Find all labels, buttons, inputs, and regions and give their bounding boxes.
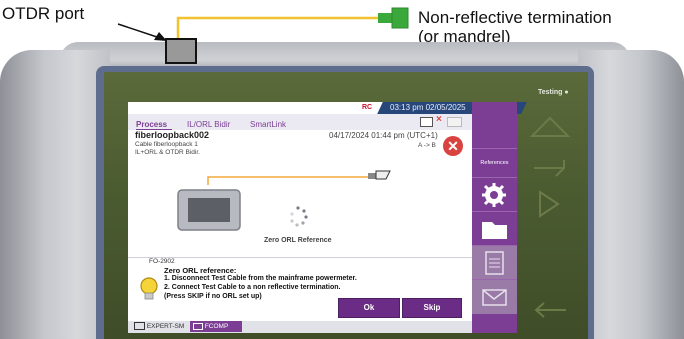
mail-button[interactable] [472,279,517,314]
testing-label: Testing [538,89,563,96]
module-fcomp-label: FCOMP [204,323,229,330]
tab-il-orl-bidir[interactable]: IL/ORL Bidir [187,120,230,129]
tab-process[interactable]: Process [136,120,167,129]
termination-connector [378,13,392,23]
main-caption: Zero ORL Reference [264,237,332,244]
pointer-arrow-line [117,23,161,39]
references-label: References [480,160,509,166]
hw-enter-key [534,160,565,177]
skip-button[interactable]: Skip [402,298,462,318]
illustration-fiber [207,176,372,185]
files-button[interactable] [472,211,517,246]
status-datetime: 03:13 pm 02/05/2025 [390,103,466,112]
module-icon [134,322,145,331]
module-expert-sm[interactable]: EXPERT-SM [134,322,184,332]
test-type: IL+ORL & OTDR Bidir. [135,149,200,156]
report-icon [485,251,504,275]
gear-icon [482,183,506,207]
otdr-port [165,38,197,64]
termination-body [391,7,409,29]
test-direction: A -> B [418,142,436,149]
folder-icon [482,222,507,239]
vendor-logo: RC [362,103,376,113]
dialog-line3: (Press SKIP if no ORL set up) [164,293,262,300]
module-fcomp-icon [193,322,203,330]
test-date: 04/17/2024 01:44 pm (UTC+1) [329,131,438,140]
lightbulb-icon [140,277,158,300]
close-test-button[interactable]: ✕ [443,136,463,156]
illustration-termination [375,170,391,180]
settings-button[interactable] [472,177,517,212]
window-icon[interactable] [420,117,433,127]
illustration-connector [368,173,376,179]
dialog-line1: 1. Disconnect Test Cable from the mainfr… [164,275,357,282]
module-fcomp[interactable]: FCOMP [190,321,242,332]
illustration-device-screen [188,198,230,222]
tab-smartlink[interactable]: SmartLink [250,120,286,129]
close-small-icon[interactable]: × [436,114,442,125]
ok-button[interactable]: Ok [338,298,400,318]
loading-spinner-icon [290,206,308,227]
hardware-keys [529,116,571,318]
module-expert-sm-label: EXPERT-SM [146,323,185,330]
dialog-title: Zero ORL reference: [164,266,237,275]
references-button[interactable]: References [472,148,517,178]
testing-indicator: Testing ● [538,89,569,96]
minimize-icon[interactable] [447,117,462,127]
hw-up-key [529,116,571,137]
hw-right-key [539,190,560,218]
dialog-code: FO-2902 [149,258,175,265]
test-name: fiberloopback002 [135,130,210,140]
report-button[interactable] [472,245,517,280]
left-bumper [0,50,110,339]
dialog-line2: 2. Connect Test Cable to a non reflectiv… [164,284,341,291]
test-cable: Cable fiberloopback 1 [135,141,198,148]
mail-icon [482,289,507,306]
fiber-line [176,16,380,40]
